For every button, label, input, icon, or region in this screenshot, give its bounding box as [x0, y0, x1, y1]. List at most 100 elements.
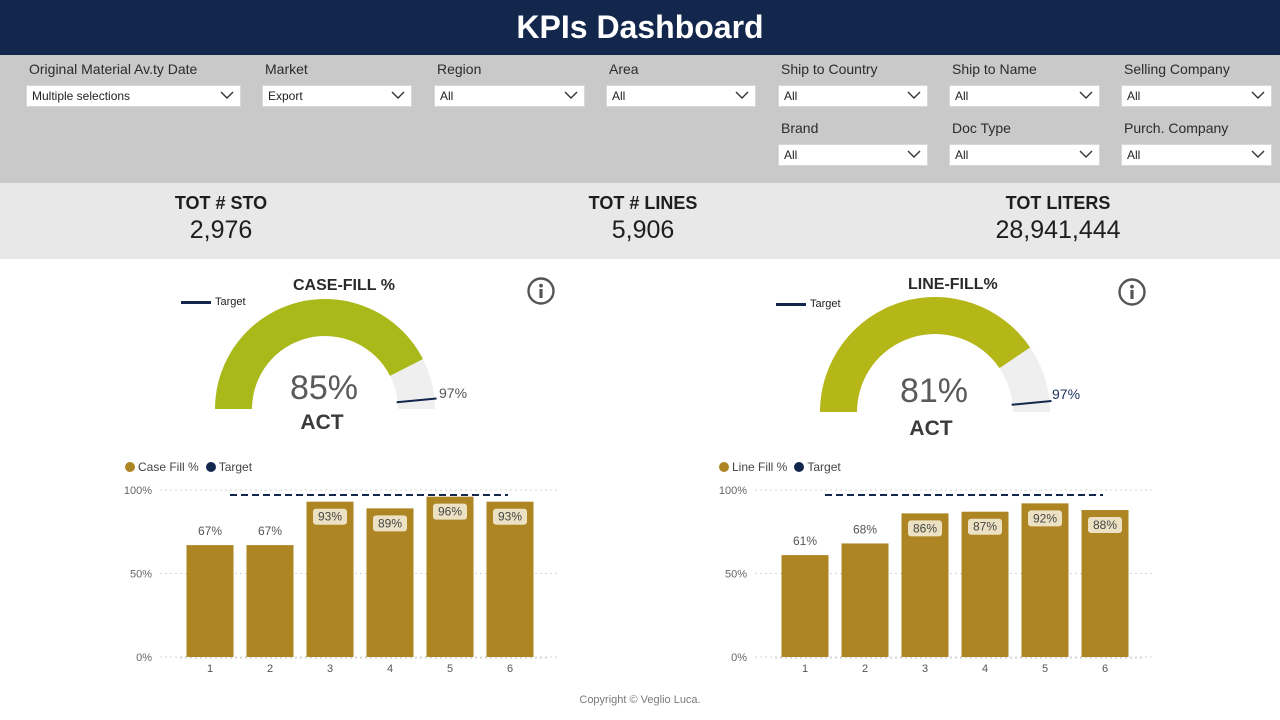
bar — [186, 545, 234, 657]
filter-label: Ship to Country — [781, 61, 878, 77]
chevron-down-icon — [907, 150, 921, 158]
filter-panel: Original Material Av.ty Date Multiple se… — [0, 55, 1280, 183]
filter-label: Market — [265, 61, 308, 77]
filter-area: Area All — [606, 59, 756, 107]
dashboard-title: KPIs Dashboard — [516, 9, 764, 45]
chevron-down-icon — [564, 91, 578, 99]
chevron-down-icon — [1079, 91, 1093, 99]
data-label: 86% — [913, 521, 937, 535]
dropdown-value: All — [784, 89, 798, 103]
legend-dot — [125, 462, 135, 472]
data-label: 93% — [498, 510, 522, 524]
y-tick-label: 0% — [731, 652, 747, 664]
case-fill-bar-chart: 0% 50% 100% 1 67% 2 67% 3 93% 4 89% 5 96% 6 93% — [124, 485, 560, 675]
doc-type-dropdown[interactable]: All — [949, 144, 1100, 166]
kpi-tot-sto: TOT # STO 2,976 — [91, 193, 351, 245]
chevron-down-icon — [735, 91, 749, 99]
x-tick-label: 2 — [267, 663, 273, 675]
filter-label: Region — [437, 61, 482, 77]
kpi-tot-lines: TOT # LINES 5,906 — [513, 193, 773, 245]
bar — [426, 496, 474, 657]
bar — [486, 501, 534, 657]
legend-label: Case Fill % — [138, 460, 199, 474]
line-fill-target-value: 97% — [1052, 386, 1081, 402]
filter-label: Ship to Name — [952, 61, 1037, 77]
info-icon[interactable] — [527, 277, 555, 305]
case-fill-title: CASE-FILL % — [293, 277, 395, 294]
data-label: 67% — [258, 524, 282, 538]
x-tick-label: 3 — [922, 663, 928, 675]
area-dropdown[interactable]: All — [606, 85, 756, 107]
kpi-value: 5,906 — [611, 216, 675, 244]
filter-region: Region All — [434, 59, 585, 107]
filter-purch-company: Purch. Company All — [1121, 118, 1272, 166]
ship-to-country-dropdown[interactable]: All — [778, 85, 928, 107]
dropdown-value: All — [955, 89, 969, 103]
x-tick-label: 1 — [802, 663, 808, 675]
info-icon[interactable] — [1118, 278, 1146, 306]
kpi-tot-liters: TOT LITERS 28,941,444 — [928, 193, 1188, 245]
dropdown-value: All — [1127, 148, 1141, 162]
data-label: 67% — [198, 524, 222, 538]
line-fill-bar-chart: 0% 50% 100% 1 61% 2 68% 3 86% 4 87% 5 92% 6 88% — [719, 485, 1155, 675]
bar — [306, 501, 354, 657]
filter-label: Original Material Av.ty Date — [29, 61, 198, 77]
bar — [781, 555, 829, 657]
x-tick-label: 5 — [1042, 663, 1048, 675]
x-tick-label: 5 — [447, 663, 453, 675]
data-label: 88% — [1093, 518, 1117, 532]
data-label: 87% — [973, 520, 997, 534]
x-tick-label: 1 — [207, 663, 213, 675]
bar — [1021, 503, 1069, 657]
chevron-down-icon — [1079, 150, 1093, 158]
chevron-down-icon — [220, 91, 234, 99]
x-tick-label: 4 — [387, 663, 393, 675]
target-line-swatch — [181, 300, 211, 304]
data-label: 68% — [853, 522, 877, 536]
filter-ship-to-country: Ship to Country All — [778, 59, 928, 107]
bar — [841, 543, 889, 657]
filter-label: Purch. Company — [1124, 120, 1229, 136]
x-tick-label: 6 — [507, 663, 513, 675]
dropdown-value: All — [612, 89, 626, 103]
filter-doc-type: Doc Type All — [949, 118, 1100, 166]
copyright-footer: Copyright © Veglio Luca. — [579, 694, 701, 706]
market-dropdown[interactable]: Export — [262, 85, 412, 107]
dropdown-value: All — [440, 89, 454, 103]
data-label: 61% — [793, 534, 817, 548]
selling-company-dropdown[interactable]: All — [1121, 85, 1272, 107]
legend-dot — [205, 462, 216, 472]
kpi-title: TOT # LINES — [588, 193, 698, 213]
kpi-value: 28,941,444 — [995, 216, 1121, 244]
data-label: 96% — [438, 505, 462, 519]
case-fill-actual-label: ACT — [300, 411, 344, 434]
ship-to-name-dropdown[interactable]: All — [949, 85, 1100, 107]
kpi-title: TOT LITERS — [1005, 193, 1111, 213]
dropdown-value: All — [784, 148, 798, 162]
case-fill-actual-value: 85% — [289, 369, 359, 407]
x-tick-label: 6 — [1102, 663, 1108, 675]
filter-material-date: Original Material Av.ty Date Multiple se… — [26, 59, 241, 107]
y-tick-label: 100% — [124, 485, 152, 497]
y-tick-label: 50% — [725, 569, 747, 581]
brand-dropdown[interactable]: All — [778, 144, 928, 166]
chevron-down-icon — [391, 91, 405, 99]
purch-company-dropdown[interactable]: All — [1121, 144, 1272, 166]
filter-selling-company: Selling Company All — [1121, 59, 1272, 107]
dashboard-header: KPIs Dashboard — [0, 0, 1280, 55]
legend-dot — [794, 462, 805, 472]
case-fill-target-value: 97% — [439, 385, 468, 401]
kpi-title: TOT # STO — [174, 193, 268, 213]
kpi-value: 2,976 — [189, 216, 253, 244]
filter-label: Area — [609, 61, 639, 77]
line-fill-actual-value: 81% — [899, 372, 969, 410]
data-label: 92% — [1033, 511, 1057, 525]
y-tick-label: 100% — [719, 485, 747, 497]
x-tick-label: 2 — [862, 663, 868, 675]
legend-label: Target — [807, 460, 841, 474]
material-date-dropdown[interactable]: Multiple selections — [26, 85, 241, 107]
chevron-down-icon — [1251, 150, 1265, 158]
region-dropdown[interactable]: All — [434, 85, 585, 107]
chevron-down-icon — [907, 91, 921, 99]
filter-label: Selling Company — [1124, 61, 1230, 77]
